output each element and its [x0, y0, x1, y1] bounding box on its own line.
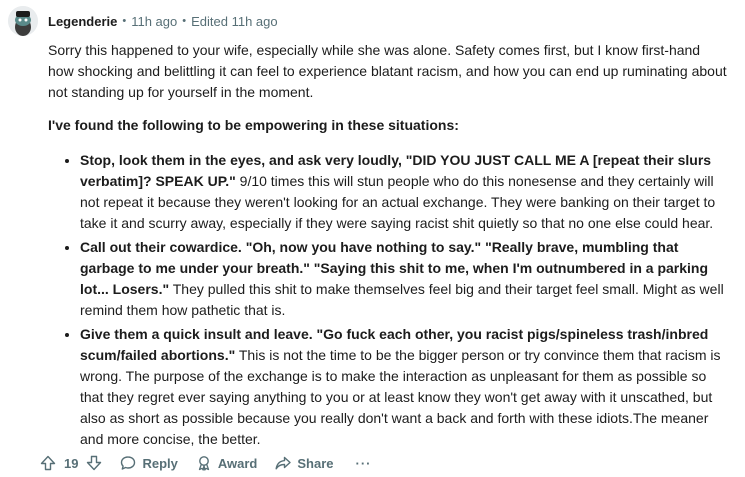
comment-timestamp[interactable]: 11h ago	[131, 14, 177, 29]
comment-meta: Legenderie • 11h ago • Edited 11h ago	[48, 14, 278, 29]
award-icon	[198, 456, 210, 471]
vote-score: 19	[64, 455, 79, 471]
reply-button[interactable]: Reply	[120, 455, 178, 471]
list-item: Stop, look them in the eyes, and ask ver…	[80, 150, 728, 234]
bullet-list: Stop, look them in the eyes, and ask ver…	[48, 150, 728, 450]
award-button[interactable]: Award	[196, 455, 258, 471]
bullet-text: They pulled this shit to make themselves…	[80, 281, 724, 318]
comment-body: Sorry this happened to your wife, especi…	[48, 40, 728, 453]
comment-paragraph-bold: I've found the following to be empowerin…	[48, 117, 459, 133]
speech-bubble-icon	[121, 456, 136, 470]
vote-control: 19	[40, 455, 102, 471]
snoo-avatar-icon	[8, 6, 38, 36]
user-avatar[interactable]	[8, 6, 38, 36]
meta-separator: •	[122, 15, 127, 27]
meta-separator: •	[182, 15, 187, 27]
list-item: Call out their cowardice. "Oh, now you h…	[80, 237, 728, 321]
share-label: Share	[297, 455, 334, 471]
username-link[interactable]: Legenderie	[48, 14, 117, 29]
comment-paragraph: Sorry this happened to your wife, especi…	[48, 42, 727, 100]
reply-label: Reply	[142, 455, 178, 471]
comment-header: Legenderie • 11h ago • Edited 11h ago	[8, 4, 278, 38]
list-item: Give them a quick insult and leave. "Go …	[80, 324, 728, 450]
award-label: Award	[217, 455, 258, 471]
more-options-button[interactable]: ···	[356, 456, 372, 471]
arrow-down-icon[interactable]	[86, 455, 102, 471]
arrow-up-icon[interactable]	[40, 455, 56, 471]
share-button[interactable]: Share	[275, 455, 334, 471]
edited-timestamp: Edited 11h ago	[191, 13, 278, 29]
share-arrow-icon	[275, 456, 292, 470]
comment-action-bar: 19 Reply Award Share ···	[40, 450, 372, 476]
